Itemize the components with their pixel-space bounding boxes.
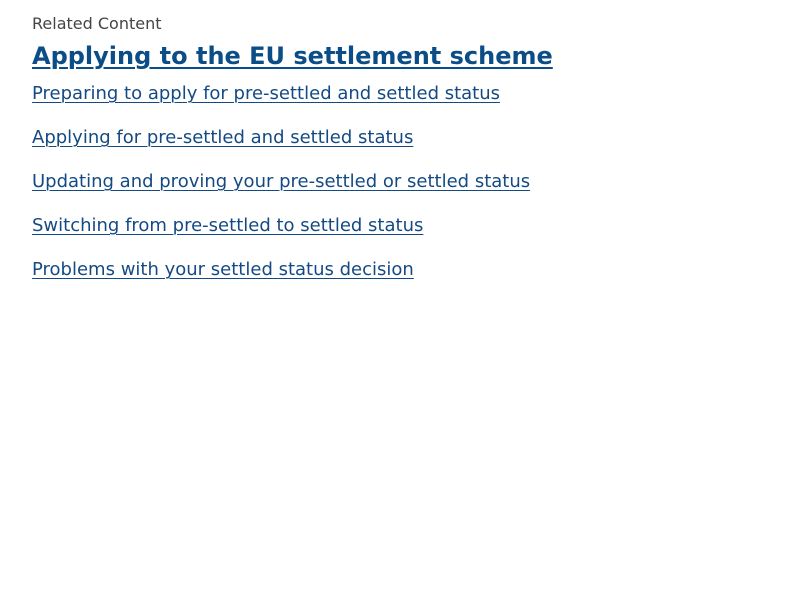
list-item: Problems with your settled status decisi… — [32, 258, 772, 302]
related-links-list: Preparing to apply for pre-settled and s… — [32, 82, 772, 302]
link-preparing-to-apply[interactable]: Preparing to apply for pre-settled and s… — [32, 83, 500, 104]
link-updating-proving-status[interactable]: Updating and proving your pre-settled or… — [32, 171, 530, 192]
related-content-section: Related Content Applying to the EU settl… — [32, 12, 772, 302]
list-item: Applying for pre-settled and settled sta… — [32, 126, 772, 170]
related-heading-link[interactable]: Applying to the EU settlement scheme — [32, 40, 553, 72]
link-applying-for-status[interactable]: Applying for pre-settled and settled sta… — [32, 127, 413, 148]
related-content-label: Related Content — [32, 14, 162, 33]
list-item: Preparing to apply for pre-settled and s… — [32, 82, 772, 126]
list-item: Switching from pre-settled to settled st… — [32, 214, 772, 258]
list-item: Updating and proving your pre-settled or… — [32, 170, 772, 214]
link-problems-with-decision[interactable]: Problems with your settled status decisi… — [32, 259, 414, 280]
link-switching-to-settled[interactable]: Switching from pre-settled to settled st… — [32, 215, 423, 236]
